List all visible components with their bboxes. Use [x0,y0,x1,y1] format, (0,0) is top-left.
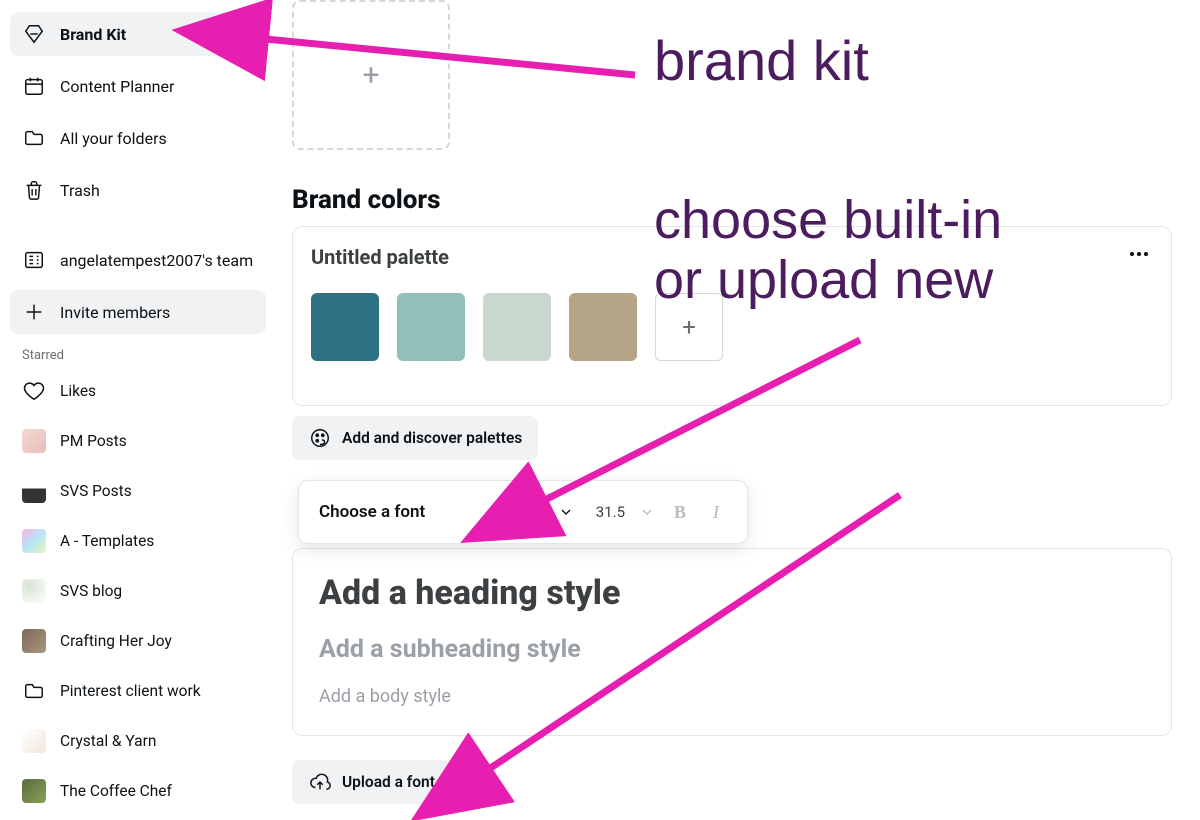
heading-style[interactable]: Add a heading style [319,573,1145,613]
starred-crafting-her-joy[interactable]: Crafting Her Joy [10,621,266,661]
starred-label: Pinterest client work [60,682,201,700]
nav-label: Content Planner [60,77,174,96]
font-picker[interactable]: Choose a font [319,502,544,522]
bold-button[interactable]: B [669,502,691,523]
thumbnail [22,629,46,653]
annotation-text-brand-kit: brand kit [654,30,869,93]
font-size-input[interactable]: 31.5 [596,503,625,521]
nav-label: Invite members [60,303,170,322]
starred-crystal-yarn[interactable]: Crystal & Yarn [10,721,266,761]
upload-cloud-icon [308,770,332,794]
thumbnail [22,429,46,453]
button-label: Add and discover palettes [342,429,522,447]
color-swatch[interactable] [569,293,637,361]
thumbnail [22,579,46,603]
starred-svs-blog[interactable]: SVS blog [10,571,266,611]
heart-icon [22,379,46,403]
nav-brand-kit[interactable]: Brand Kit [10,12,266,56]
nav-all-folders[interactable]: All your folders [10,116,266,160]
folder-icon [22,679,46,703]
color-swatch[interactable] [311,293,379,361]
color-swatch[interactable] [483,293,551,361]
color-swatch[interactable] [397,293,465,361]
starred-heading: Starred [10,342,266,371]
starred-label: SVS blog [60,582,122,600]
starred-label: Crafting Her Joy [60,632,172,650]
nav-label: Trash [60,181,100,200]
nav-label: Brand Kit [60,25,126,44]
palette-menu-button[interactable] [1125,245,1153,263]
plus-icon [22,300,46,324]
sidebar: Brand Kit Content Planner All your folde… [0,0,276,820]
folder-icon [22,126,46,150]
annotation-text-choose-upload: choose built-in or upload new [654,190,1002,311]
starred-pinterest-client[interactable]: Pinterest client work [10,671,266,711]
thumbnail [22,479,46,503]
brand-colors-title: Brand colors [292,185,440,215]
starred-svs-posts[interactable]: SVS Posts [10,471,266,511]
chevron-down-icon[interactable] [558,504,574,520]
upload-font-button[interactable]: Upload a font [292,760,451,804]
palette-icon [308,426,332,450]
starred-label: The Coffee Chef [60,782,172,800]
font-toolbar: Choose a font 31.5 B I [298,480,748,544]
trash-icon [22,178,46,202]
nav-team[interactable]: angelatempest2007's team [10,238,266,282]
calendar-icon [22,74,46,98]
plus-icon: + [362,58,379,93]
team-icon [22,248,46,272]
starred-a-templates[interactable]: A - Templates [10,521,266,561]
thumbnail [22,779,46,803]
starred-likes[interactable]: Likes [10,371,266,411]
starred-pm-posts[interactable]: PM Posts [10,421,266,461]
starred-label: PM Posts [60,432,127,450]
main-content: + Brand colors Untitled palette + Add an… [292,0,1200,820]
chevron-down-icon[interactable] [639,504,655,520]
starred-label: A - Templates [60,532,154,550]
thumbnail [22,529,46,553]
starred-label: Crystal & Yarn [60,732,156,750]
body-style[interactable]: Add a body style [319,686,1145,707]
starred-coffee-chef[interactable]: The Coffee Chef [10,771,266,811]
starred-label: Likes [60,382,96,400]
starred-label: SVS Posts [60,482,132,500]
nav-label: angelatempest2007's team [60,251,253,270]
nav-invite-members[interactable]: Invite members [10,290,266,334]
nav-label: All your folders [60,129,167,148]
thumbnail [22,729,46,753]
nav-content-planner[interactable]: Content Planner [10,64,266,108]
brand-kit-icon [22,22,46,46]
button-label: Upload a font [342,773,435,791]
subheading-style[interactable]: Add a subheading style [319,635,1145,664]
add-logo-card[interactable]: + [292,0,450,150]
text-styles-card: Add a heading style Add a subheading sty… [292,548,1172,736]
add-discover-palettes-button[interactable]: Add and discover palettes [292,416,538,460]
italic-button[interactable]: I [705,502,727,523]
nav-trash[interactable]: Trash [10,168,266,212]
